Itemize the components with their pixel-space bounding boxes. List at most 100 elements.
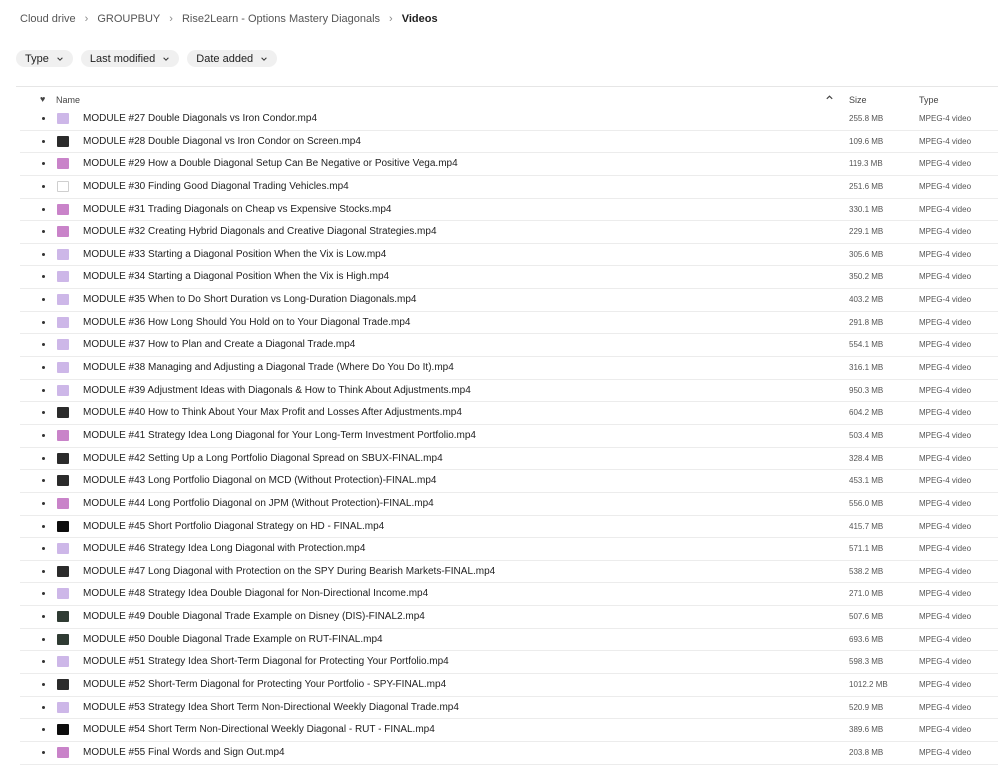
file-name[interactable]: MODULE #44 Long Portfolio Diagonal on JP…	[83, 498, 434, 509]
file-size: 119.3 MB	[849, 159, 883, 169]
file-name[interactable]: MODULE #33 Starting a Diagonal Position …	[83, 249, 386, 260]
bullet-icon	[42, 184, 45, 188]
breadcrumb: Cloud drive › GROUPBUY › Rise2Learn - Op…	[20, 11, 438, 27]
table-row[interactable]: MODULE #30 Finding Good Diagonal Trading…	[20, 176, 998, 199]
breadcrumb-item-cloud-drive[interactable]: Cloud drive	[20, 13, 76, 25]
file-size: 330.1 MB	[849, 204, 884, 214]
table-row[interactable]: MODULE #47 Long Diagonal with Protection…	[20, 561, 998, 584]
file-size: 389.6 MB	[849, 725, 884, 735]
table-row[interactable]: MODULE #52 Short-Term Diagonal for Prote…	[20, 674, 998, 697]
bullet-icon	[42, 139, 45, 143]
file-name[interactable]: MODULE #43 Long Portfolio Diagonal on MC…	[83, 475, 436, 486]
file-name[interactable]: MODULE #41 Strategy Idea Long Diagonal f…	[83, 430, 476, 441]
file-size: 1012.2 MB	[849, 680, 888, 690]
table-row[interactable]: MODULE #33 Starting a Diagonal Position …	[20, 244, 998, 267]
file-type: MPEG-4 video	[919, 385, 972, 395]
file-name[interactable]: MODULE #45 Short Portfolio Diagonal Stra…	[83, 521, 384, 532]
table-row[interactable]: MODULE #43 Long Portfolio Diagonal on MC…	[20, 470, 998, 493]
table-row[interactable]: MODULE #27 Double Diagonals vs Iron Cond…	[20, 108, 998, 131]
file-name[interactable]: MODULE #31 Trading Diagonals on Cheap vs…	[83, 204, 392, 215]
filter-last-modified-label: Last modified	[89, 52, 156, 65]
file-name[interactable]: MODULE #51 Strategy Idea Short-Term Diag…	[83, 656, 449, 667]
table-row[interactable]: MODULE #28 Double Diagonal vs Iron Condo…	[20, 131, 998, 154]
video-thumbnail	[57, 226, 69, 238]
table-row[interactable]: MODULE #31 Trading Diagonals on Cheap vs…	[20, 199, 998, 222]
table-row[interactable]: MODULE #51 Strategy Idea Short-Term Diag…	[20, 651, 998, 675]
filter-last-modified-button[interactable]: Last modified	[80, 50, 180, 67]
table-row[interactable]: MODULE #50 Double Diagonal Trade Example…	[20, 629, 998, 652]
file-type: MPEG-4 video	[919, 114, 972, 123]
file-size: 520.9 MB	[849, 702, 884, 712]
table-row[interactable]: MODULE #29 How a Double Diagonal Setup C…	[20, 153, 998, 176]
file-size: 251.6 MB	[849, 181, 884, 191]
table-row[interactable]: MODULE #34 Starting a Diagonal Position …	[20, 266, 998, 290]
file-type: MPEG-4 video	[919, 295, 972, 305]
table-row[interactable]: MODULE #55 Final Words and Sign Out.mp4 2…	[20, 742, 998, 765]
table-row[interactable]: MODULE #40 How to Think About Your Max P…	[20, 402, 998, 425]
file-name[interactable]: MODULE #50 Double Diagonal Trade Example…	[83, 634, 383, 645]
file-name[interactable]: MODULE #46 Strategy Idea Long Diagonal w…	[83, 543, 365, 554]
bullet-icon	[42, 728, 45, 732]
video-thumbnail	[57, 407, 69, 419]
file-name[interactable]: MODULE #54 Short Term Non-Directional We…	[83, 724, 435, 735]
video-thumbnail	[57, 271, 69, 283]
bullet-icon	[42, 117, 45, 120]
file-size: 271.0 MB	[849, 589, 884, 599]
file-name[interactable]: MODULE #52 Short-Term Diagonal for Prote…	[83, 679, 446, 690]
file-name[interactable]: MODULE #48 Strategy Idea Double Diagonal…	[83, 588, 428, 599]
column-header-type[interactable]: Type	[919, 95, 939, 105]
table-row[interactable]: MODULE #38 Managing and Adjusting a Diag…	[20, 357, 998, 380]
bullet-icon	[42, 456, 45, 460]
table-row[interactable]: MODULE #48 Strategy Idea Double Diagonal…	[20, 583, 998, 607]
column-header-size[interactable]: Size	[849, 95, 867, 105]
table-row[interactable]: MODULE #36 How Long Should You Hold on t…	[20, 312, 998, 335]
file-name[interactable]: MODULE #38 Managing and Adjusting a Diag…	[83, 362, 454, 373]
file-name[interactable]: MODULE #49 Double Diagonal Trade Example…	[83, 611, 425, 622]
file-name[interactable]: MODULE #40 How to Think About Your Max P…	[83, 407, 462, 418]
breadcrumb-item-course-folder[interactable]: Rise2Learn - Options Mastery Diagonals	[182, 13, 380, 25]
breadcrumb-item-groupbuy[interactable]: GROUPBUY	[97, 13, 160, 25]
table-row[interactable]: MODULE #46 Strategy Idea Long Diagonal w…	[20, 538, 998, 561]
file-size: 604.2 MB	[849, 408, 884, 418]
file-name[interactable]: MODULE #37 How to Plan and Create a Diag…	[83, 339, 355, 350]
file-name[interactable]: MODULE #39 Adjustment Ideas with Diagona…	[83, 385, 471, 396]
file-name[interactable]: MODULE #34 Starting a Diagonal Position …	[83, 271, 389, 282]
video-thumbnail	[57, 135, 69, 147]
table-row[interactable]: MODULE #41 Strategy Idea Long Diagonal f…	[20, 425, 998, 448]
table-row[interactable]: MODULE #44 Long Portfolio Diagonal on JP…	[20, 493, 998, 516]
video-thumbnail	[57, 497, 69, 509]
file-name[interactable]: MODULE #42 Setting Up a Long Portfolio D…	[83, 453, 443, 464]
table-row[interactable]: MODULE #37 How to Plan and Create a Diag…	[20, 334, 998, 358]
column-header-name[interactable]: Name	[56, 95, 80, 105]
file-name[interactable]: MODULE #27 Double Diagonals vs Iron Cond…	[83, 113, 317, 124]
bullet-icon	[42, 320, 45, 324]
file-name[interactable]: MODULE #35 When to Do Short Duration vs …	[83, 294, 417, 305]
table-row[interactable]: MODULE #54 Short Term Non-Directional We…	[20, 719, 998, 742]
table-row[interactable]: MODULE #53 Strategy Idea Short Term Non-…	[20, 697, 998, 720]
file-size: 950.3 MB	[849, 385, 884, 395]
file-name[interactable]: MODULE #29 How a Double Diagonal Setup C…	[83, 158, 458, 169]
sort-ascending-icon[interactable]	[825, 93, 834, 102]
filter-type-button[interactable]: Type	[16, 50, 73, 67]
table-row[interactable]: MODULE #39 Adjustment Ideas with Diagona…	[20, 380, 998, 403]
file-name[interactable]: MODULE #53 Strategy Idea Short Term Non-…	[83, 702, 459, 713]
video-thumbnail	[57, 429, 69, 441]
file-name[interactable]: MODULE #28 Double Diagonal vs Iron Condo…	[83, 136, 361, 147]
file-name[interactable]: MODULE #55 Final Words and Sign Out.mp4	[83, 747, 285, 758]
table-row[interactable]: MODULE #49 Double Diagonal Trade Example…	[20, 606, 998, 629]
table-row[interactable]: MODULE #35 When to Do Short Duration vs …	[20, 289, 998, 312]
file-name[interactable]: MODULE #30 Finding Good Diagonal Trading…	[83, 181, 349, 192]
filter-date-added-button[interactable]: Date added	[187, 50, 278, 67]
file-type: MPEG-4 video	[919, 589, 972, 599]
file-size: 554.1 MB	[849, 340, 884, 350]
file-name[interactable]: MODULE #32 Creating Hybrid Diagonals and…	[83, 226, 437, 237]
file-name[interactable]: MODULE #47 Long Diagonal with Protection…	[83, 566, 495, 577]
table-row[interactable]: MODULE #32 Creating Hybrid Diagonals and…	[20, 221, 998, 244]
heart-icon[interactable]: ♥	[40, 94, 45, 104]
bullet-icon	[42, 252, 45, 256]
table-row[interactable]: MODULE #45 Short Portfolio Diagonal Stra…	[20, 516, 998, 539]
table-row[interactable]: MODULE #42 Setting Up a Long Portfolio D…	[20, 448, 998, 471]
video-thumbnail	[57, 384, 69, 396]
file-name[interactable]: MODULE #36 How Long Should You Hold on t…	[83, 317, 410, 328]
file-size: 291.8 MB	[849, 317, 884, 327]
